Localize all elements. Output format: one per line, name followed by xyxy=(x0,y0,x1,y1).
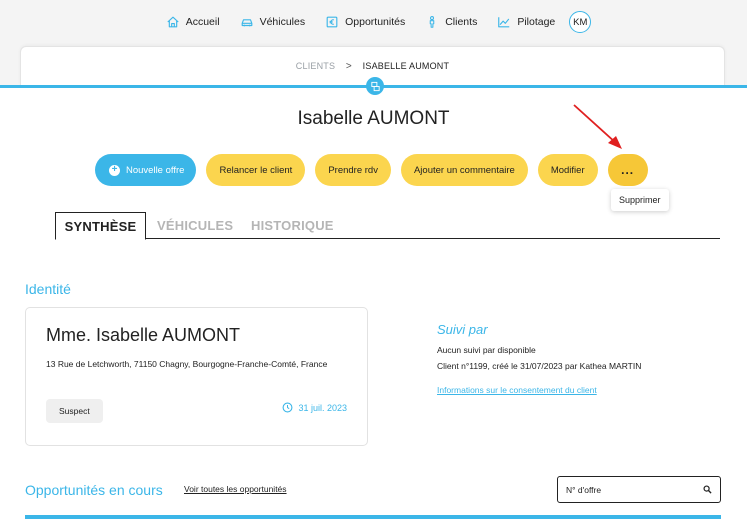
see-all-opportunities-link[interactable]: Voir toutes les opportunités xyxy=(184,484,287,494)
edit-button[interactable]: Modifier xyxy=(537,154,598,186)
chart-icon xyxy=(498,17,510,28)
nav-label: Accueil xyxy=(185,16,220,28)
breadcrumb-current: ISABELLE AUMONT xyxy=(362,61,450,71)
main-nav: Accueil Véhicules Opportunités Clients P… xyxy=(0,10,747,34)
tab-synthese[interactable]: SYNTHÈSE xyxy=(55,212,146,240)
more-actions-button[interactable]: ... xyxy=(607,154,648,186)
client-badge xyxy=(366,77,384,95)
breadcrumb-clients[interactable]: CLIENTS xyxy=(296,61,335,71)
nav-item-accueil[interactable]: Accueil xyxy=(166,15,220,29)
nav-item-pilotage[interactable]: Pilotage xyxy=(497,15,555,29)
new-offer-button[interactable]: + Nouvelle offre xyxy=(95,154,197,186)
client-name: Mme. Isabelle AUMONT xyxy=(46,325,241,345)
add-comment-button[interactable]: Ajouter un commentaire xyxy=(400,154,528,186)
suivi-line-1: Aucun suivi par disponible xyxy=(437,345,536,355)
home-icon xyxy=(167,16,179,28)
clock-icon xyxy=(283,402,293,413)
annotation-arrow-icon xyxy=(573,104,622,149)
nav-item-clients[interactable]: Clients xyxy=(425,15,477,29)
breadcrumb-separator: > xyxy=(345,61,352,72)
creation-date: 31 juil. 2023 xyxy=(282,402,347,413)
euro-icon xyxy=(326,16,338,28)
suivi-line-2: Client n°1199, créé le 31/07/2023 par Ka… xyxy=(437,361,642,371)
search-icon[interactable] xyxy=(703,485,712,494)
identity-section-title: Identité xyxy=(25,281,71,297)
opportunities-header-bar xyxy=(25,515,721,519)
tab-historique[interactable]: HISTORIQUE xyxy=(251,212,334,239)
relaunch-client-button[interactable]: Relancer le client xyxy=(206,154,306,186)
nav-label: Pilotage xyxy=(517,16,556,28)
creation-date-text: 31 juil. 2023 xyxy=(298,402,347,413)
tab-vehicules[interactable]: VÉHICULES xyxy=(157,212,233,239)
page-title: Isabelle AUMONT xyxy=(297,108,450,129)
avatar[interactable]: KM xyxy=(569,11,592,33)
consent-link[interactable]: Informations sur le consentement du clie… xyxy=(437,385,597,395)
client-card-icon xyxy=(370,81,380,91)
action-bar: + Nouvelle offre Relancer le client Pren… xyxy=(95,154,648,186)
nav-label: Opportunités xyxy=(345,16,406,28)
plus-icon: + xyxy=(109,164,120,176)
breadcrumb: CLIENTS > ISABELLE AUMONT xyxy=(21,61,724,72)
new-offer-label: Nouvelle offre xyxy=(126,164,185,176)
top-bar: Accueil Véhicules Opportunités Clients P… xyxy=(0,0,747,88)
suivi-title: Suivi par xyxy=(437,322,488,337)
client-address: 13 Rue de Letchworth, 71150 Chagny, Bour… xyxy=(46,359,328,369)
car-icon xyxy=(241,19,252,27)
nav-item-opportunites[interactable]: Opportunités xyxy=(325,15,405,29)
nav-label: Clients xyxy=(445,16,478,28)
delete-tooltip[interactable]: Supprimer xyxy=(611,189,669,211)
opportunities-section-title: Opportunités en cours xyxy=(25,482,163,498)
offer-search-placeholder: N° d'offre xyxy=(566,484,602,495)
person-icon xyxy=(429,16,435,28)
nav-label: Véhicules xyxy=(259,16,306,28)
nav-item-vehicules[interactable]: Véhicules xyxy=(240,15,306,29)
appointment-button[interactable]: Prendre rdv xyxy=(315,154,391,186)
offer-search-input[interactable]: N° d'offre xyxy=(557,476,721,503)
identity-card: Mme. Isabelle AUMONT 13 Rue de Letchwort… xyxy=(25,307,368,446)
tab-bar: SYNTHÈSE VÉHICULES HISTORIQUE xyxy=(55,212,720,240)
status-badge: Suspect xyxy=(46,399,103,423)
